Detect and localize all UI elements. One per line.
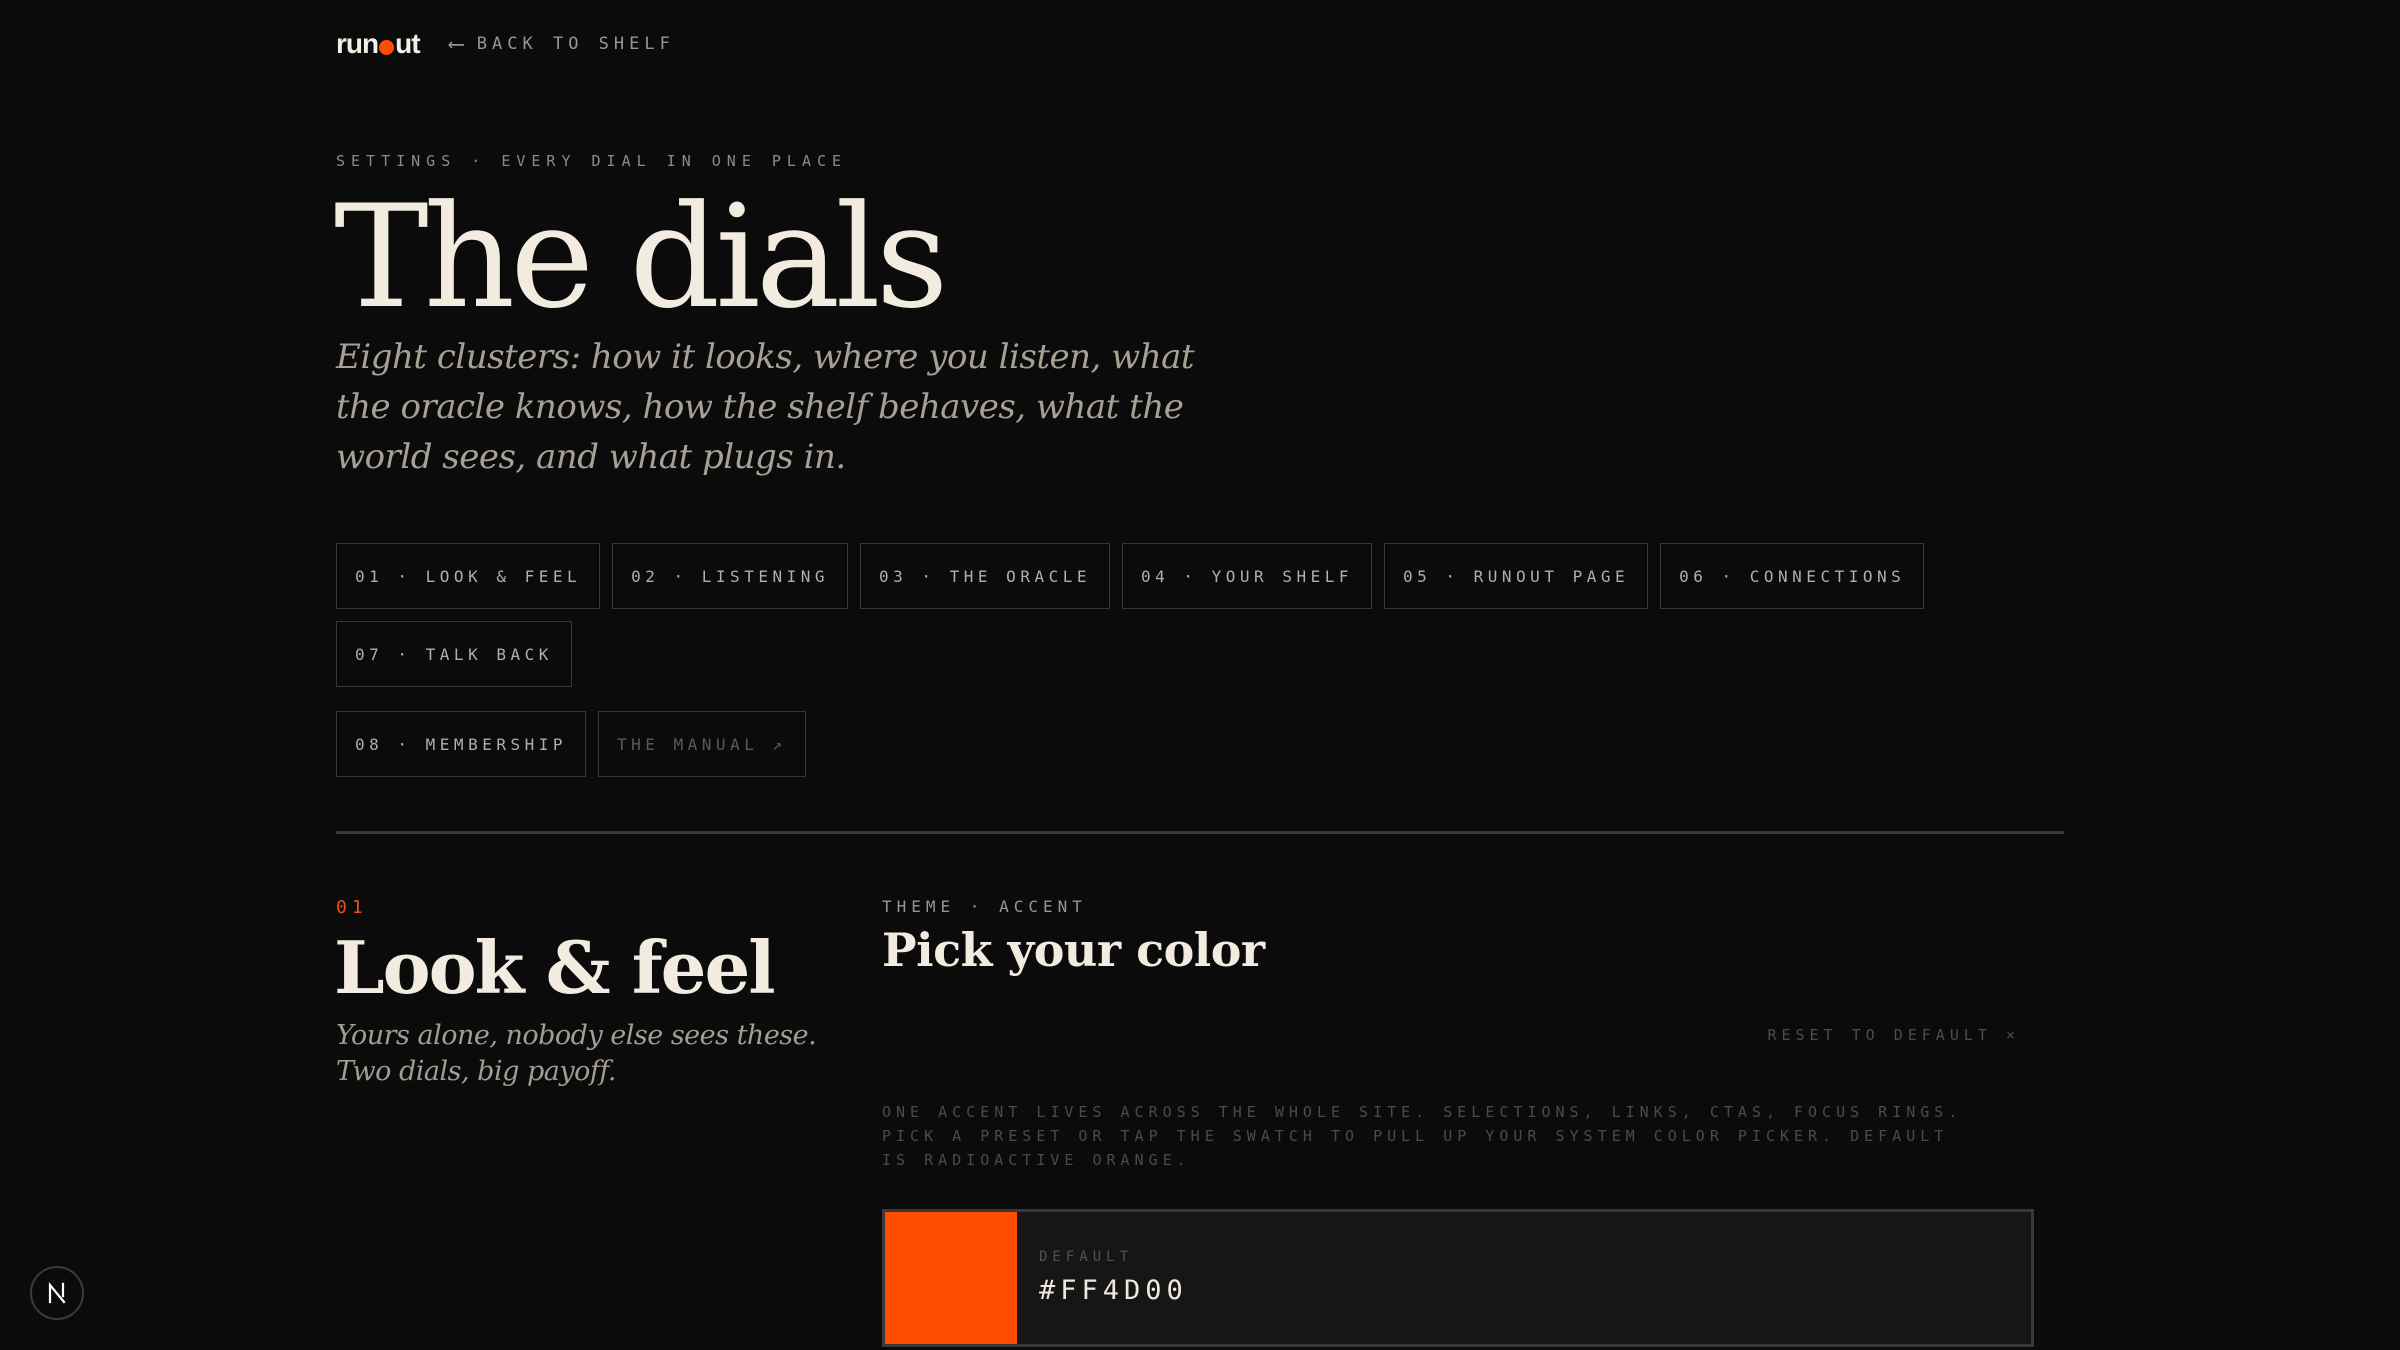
manual-link-chip[interactable]: THE MANUAL ↗: [598, 711, 806, 777]
section-nav: 01 · LOOK & FEEL 02 · LISTENING 03 · THE…: [336, 543, 2076, 777]
section-chip-look-and-feel[interactable]: 01 · LOOK & FEEL: [336, 543, 601, 609]
section-chip-your-shelf[interactable]: 04 · YOUR SHELF: [1121, 543, 1372, 609]
section-description: Yours alone, nobody else sees these. Two…: [336, 1020, 817, 1087]
page-title: The dials: [334, 175, 949, 340]
accent-color-swatch[interactable]: [885, 1212, 1017, 1344]
arrow-left-icon: ⟵: [449, 31, 463, 57]
section-number: 01: [336, 897, 368, 918]
accent-swatch-card[interactable]: DEFAULT #FF4D00: [882, 1209, 2034, 1347]
swatch-hex-value: #FF4D00: [1039, 1275, 1188, 1306]
logo-text-ut: ut: [395, 28, 420, 59]
page-eyebrow: SETTINGS · EVERY DIAL IN ONE PLACE: [336, 152, 848, 170]
back-to-shelf-label: BACK TO SHELF: [476, 34, 675, 54]
section-divider: [336, 831, 2064, 834]
section-title: Look & feel: [334, 925, 776, 1010]
logo-orange-dot: [379, 39, 395, 55]
top-bar: run ut ⟵ BACK TO SHELF: [336, 28, 675, 60]
next-logo-icon[interactable]: [30, 1266, 84, 1320]
swatch-info: DEFAULT #FF4D00: [1017, 1212, 1188, 1344]
page-subtitle: Eight clusters: how it looks, where you …: [336, 337, 1195, 477]
section-chip-connections[interactable]: 06 · CONNECTIONS: [1660, 543, 1925, 609]
setting-eyebrow: THEME · ACCENT: [882, 897, 1087, 916]
logo-text-run: run: [336, 28, 379, 59]
setting-help-text: ONE ACCENT LIVES ACROSS THE WHOLE SITE. …: [882, 1103, 1963, 1169]
setting-title: Pick your color: [882, 923, 1265, 977]
section-chip-talk-back[interactable]: 07 · TALK BACK: [336, 621, 572, 687]
section-chip-membership[interactable]: 08 · MEMBERSHIP: [336, 711, 586, 777]
reset-to-default-button[interactable]: RESET TO DEFAULT ×: [1767, 1026, 2020, 1044]
runout-logo[interactable]: run ut: [336, 28, 421, 60]
section-chip-listening[interactable]: 02 · LISTENING: [612, 543, 848, 609]
swatch-label: DEFAULT: [1039, 1249, 1134, 1265]
section-chip-the-oracle[interactable]: 03 · THE ORACLE: [859, 543, 1110, 609]
next-logo-glyph: [48, 1282, 66, 1304]
section-chip-runout-page[interactable]: 05 · RUNOUT PAGE: [1383, 543, 1649, 609]
back-to-shelf-link[interactable]: ⟵ BACK TO SHELF: [450, 32, 675, 57]
